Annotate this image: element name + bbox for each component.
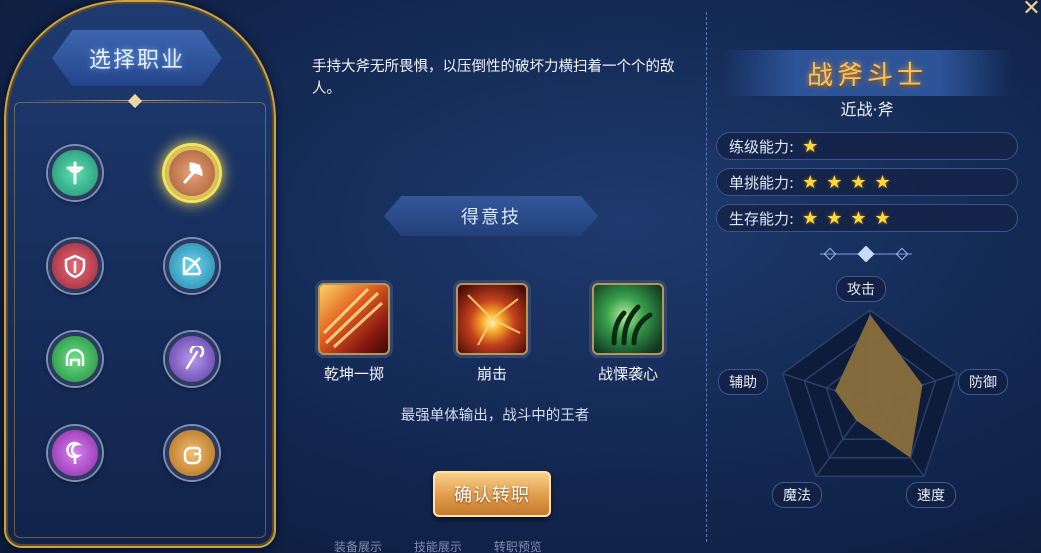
claw-icon[interactable]	[592, 283, 664, 355]
class-shield-button[interactable]	[48, 239, 102, 293]
class-moon-staff-button[interactable]	[48, 426, 102, 480]
class-selection-screen: 选择职业 手持大斧无所畏惧，以压倒性的破坏力横扫着一个个的敌人。 得意技 乾坤一…	[0, 0, 1041, 553]
stat-label: 单挑能力:	[729, 173, 795, 192]
fist-icon	[183, 446, 202, 465]
stat-duel: 单挑能力: ★★★★	[716, 168, 1018, 196]
radar-label-magic: 魔法	[772, 482, 822, 508]
stat-label: 生存能力:	[729, 209, 795, 228]
skill-slot-2[interactable]: 崩击	[437, 283, 547, 384]
class-bow-button[interactable]	[165, 239, 219, 293]
tab-skills[interactable]: 技能展示	[414, 540, 462, 553]
radar-label-attack: 攻击	[836, 276, 886, 302]
helmet-icon	[65, 348, 85, 366]
radar-label-speed: 速度	[906, 482, 956, 508]
skill-slot-1[interactable]: 乾坤一掷	[299, 283, 409, 384]
burst-icon[interactable]	[456, 283, 528, 355]
class-subtitle: 近战·斧	[840, 100, 894, 119]
diamond-divider-icon	[820, 246, 912, 262]
signature-skills-banner: 得意技	[384, 196, 598, 236]
class-axe-button[interactable]	[165, 146, 219, 200]
stat-leveling: 练级能力: ★	[716, 132, 1018, 160]
shield-icon	[64, 254, 86, 279]
stat-survival: 生存能力: ★★★★	[716, 204, 1018, 232]
axe-icon	[183, 162, 203, 184]
class-tagline: 最强单体输出，战斗中的王者	[400, 408, 590, 424]
tab-equipment[interactable]: 装备展示	[334, 540, 382, 553]
class-name: 战斧斗士	[722, 50, 1012, 96]
panel-divider	[706, 12, 707, 542]
radar-svg	[781, 309, 959, 478]
class-fist-button[interactable]	[165, 426, 219, 480]
class-staff-button[interactable]	[165, 332, 219, 386]
panel-title: 选择职业	[52, 30, 222, 86]
bottom-tabs: 装备展示 技能展示 转职预览	[278, 538, 708, 553]
radar-label-support: 辅助	[718, 369, 768, 395]
skill-name: 乾坤一掷	[323, 365, 384, 383]
attribute-radar-chart: 攻击 防御 速度 魔法 辅助	[718, 274, 1020, 544]
tab-preview[interactable]: 转职预览	[494, 540, 542, 553]
confirm-class-change-button[interactable]: 确认转职	[433, 471, 551, 517]
moon-staff-icon	[66, 441, 83, 464]
skill-name: 战慄袭心	[597, 365, 658, 383]
star-rating: ★★★★	[802, 171, 899, 193]
flame-slash-icon[interactable]	[318, 283, 390, 355]
class-description: 手持大斧无所畏惧，以压倒性的破坏力横扫着一个个的敌人。	[312, 59, 675, 97]
staff-icon	[185, 346, 205, 370]
star-rating: ★	[802, 135, 827, 157]
radar-label-defense: 防御	[958, 369, 1008, 395]
close-icon[interactable]: ✕	[1022, 0, 1041, 20]
holy-cross-icon	[66, 161, 84, 185]
bow-icon	[182, 256, 202, 276]
class-helmet-button[interactable]	[48, 332, 102, 386]
class-holy-cross-button[interactable]	[48, 146, 102, 200]
skill-slot-3[interactable]: 战慄袭心	[573, 283, 683, 384]
stat-label: 练级能力:	[729, 137, 795, 156]
star-rating: ★★★★	[802, 207, 899, 229]
skill-name: 崩击	[476, 365, 507, 383]
